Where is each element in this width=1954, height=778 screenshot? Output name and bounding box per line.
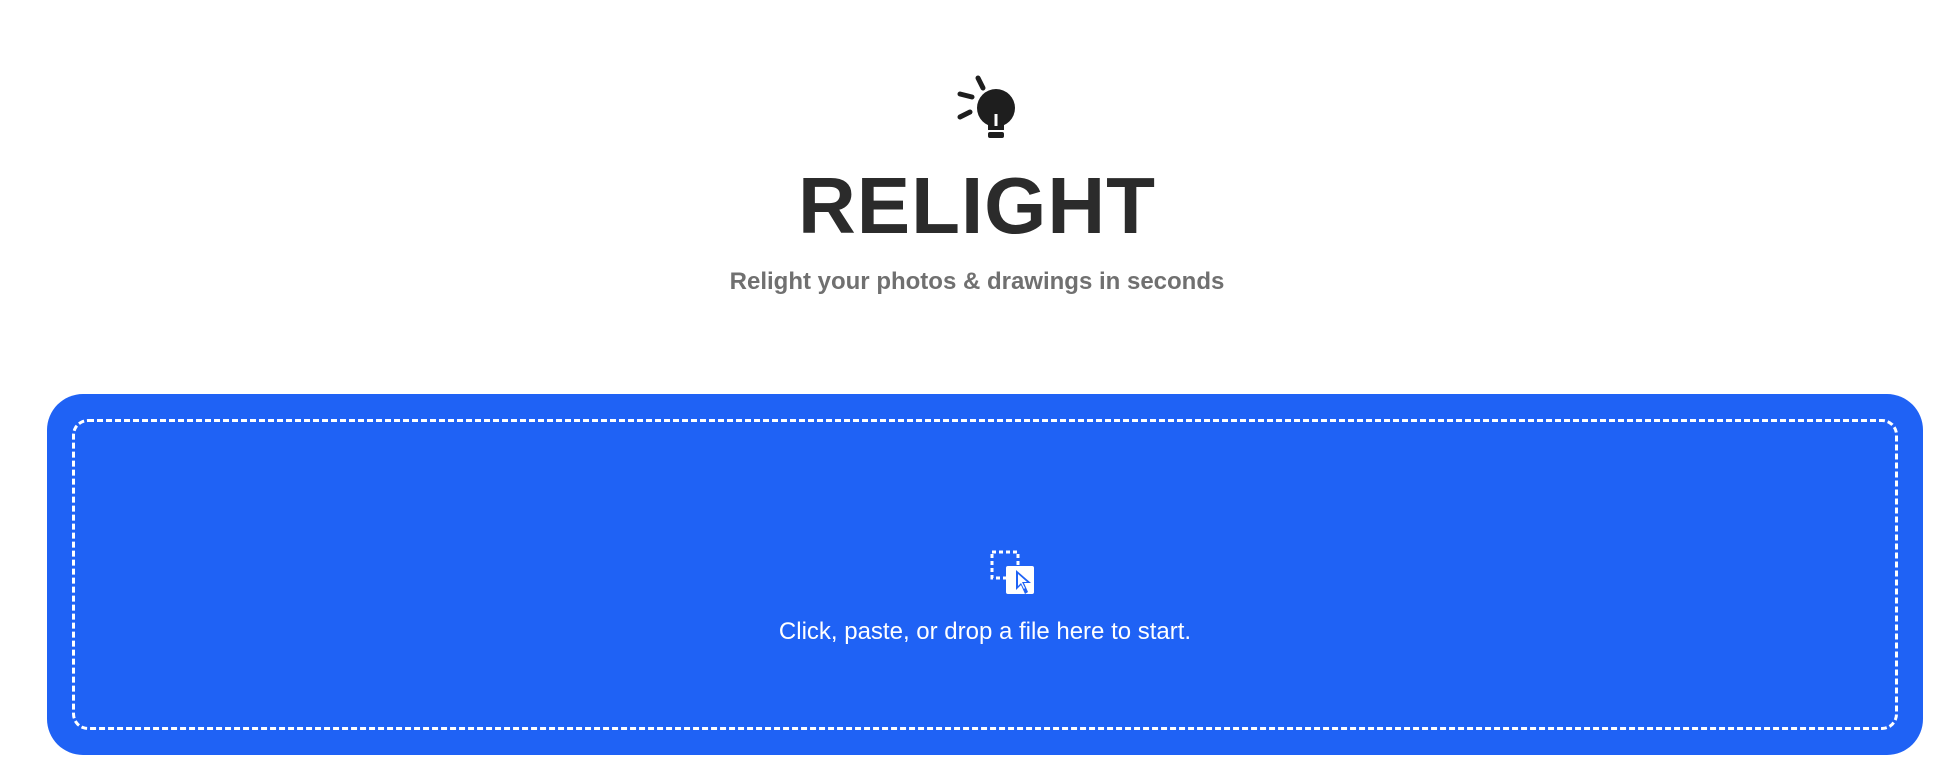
- drag-drop-icon: [990, 550, 1034, 594]
- file-dropzone[interactable]: Click, paste, or drop a file here to sta…: [47, 394, 1923, 755]
- dropzone-border: Click, paste, or drop a file here to sta…: [72, 419, 1898, 730]
- lightbulb-icon: [957, 75, 1015, 138]
- page-title: RELIGHT: [797, 161, 1157, 250]
- page: RELIGHT Relight your photos & drawings i…: [0, 0, 1954, 778]
- dropzone-prompt: Click, paste, or drop a file here to sta…: [778, 618, 1192, 645]
- page-subtitle: Relight your photos & drawings in second…: [729, 268, 1225, 295]
